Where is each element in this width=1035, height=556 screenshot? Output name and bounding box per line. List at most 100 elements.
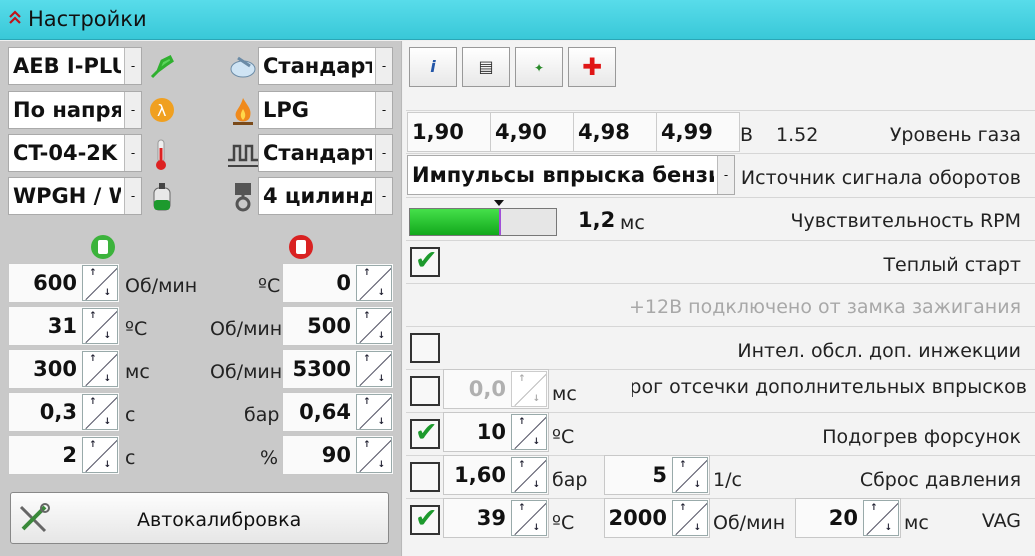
right-value-1[interactable]: 0 ↑ ↓ xyxy=(282,263,394,303)
signal-pulse-icon xyxy=(228,144,258,167)
piston-icon xyxy=(235,183,251,212)
dropdown-arrow-icon[interactable]: - xyxy=(375,92,392,128)
gas-threshold: 1.52 xyxy=(776,124,819,146)
tuning-mode-select[interactable]: По напряжению- xyxy=(8,91,142,129)
spin-buttons[interactable]: ↑ ↓ xyxy=(511,457,547,493)
collapse-chevron-icon[interactable] xyxy=(8,8,22,28)
spin-buttons[interactable]: ↑ ↓ xyxy=(511,500,547,536)
rpm-sensitivity-label: Чувствительность RPM xyxy=(790,210,1021,232)
toolbar-button-add[interactable]: ✚ xyxy=(568,47,616,87)
spin-buttons[interactable]: ↑ ↓ xyxy=(356,265,392,301)
heating-value[interactable]: 10 ↑ ↓ xyxy=(443,412,549,452)
check-icon: ✔ xyxy=(415,417,438,448)
spin-buttons[interactable]: ↑ ↓ xyxy=(82,308,118,344)
spin-buttons[interactable]: ↑ ↓ xyxy=(82,394,118,430)
spin-buttons[interactable]: ↑ ↓ xyxy=(356,308,392,344)
cutoff-label: Порог отсечки дополнительных впрысков xyxy=(632,376,1027,398)
spin-buttons[interactable]: ↑ ↓ xyxy=(863,500,899,536)
toolbar-button-pin[interactable]: ✦ xyxy=(515,47,563,87)
spin-buttons[interactable]: ↑ ↓ xyxy=(511,371,547,407)
dropdown-arrow-icon[interactable]: - xyxy=(717,156,734,194)
cutoff-value[interactable]: 0,0 ↑ ↓ xyxy=(443,369,549,409)
spin-buttons[interactable]: ↑ ↓ xyxy=(672,500,708,536)
pressure-reset-checkbox[interactable] xyxy=(410,462,440,492)
window-title: Настройки xyxy=(28,7,147,31)
plus-icon: ✚ xyxy=(581,53,603,81)
rpm-source-label: Источник сигнала оборотов xyxy=(740,167,1021,189)
dropdown-arrow-icon[interactable]: - xyxy=(375,135,392,171)
right-value-3[interactable]: 5300 ↑ ↓ xyxy=(282,349,394,389)
petrol-mode-icon xyxy=(289,235,313,259)
dropdown-arrow-icon[interactable]: - xyxy=(124,135,141,171)
dropdown-arrow-icon[interactable]: - xyxy=(124,178,141,214)
unit-label: Об/мин xyxy=(210,318,283,340)
left-value-5[interactable]: 2 ↑ ↓ xyxy=(8,435,120,475)
spin-buttons[interactable]: ↑ ↓ xyxy=(356,351,392,387)
pressure-value[interactable]: 1,60 ↑ ↓ xyxy=(443,455,549,495)
fuel-select[interactable]: LPG - xyxy=(258,91,393,129)
heating-unit: ºC xyxy=(552,426,575,448)
spin-buttons[interactable]: ↑ ↓ xyxy=(356,394,392,430)
dropdown-arrow-icon[interactable]: - xyxy=(124,92,141,128)
vag-ms-value[interactable]: 20 ↑ ↓ xyxy=(795,498,901,538)
vag-checkbox[interactable]: ✔ xyxy=(410,503,440,535)
left-value-4[interactable]: 0,3 ↑ ↓ xyxy=(8,392,120,432)
spin-buttons[interactable]: ↑ ↓ xyxy=(82,265,118,301)
right-value-2[interactable]: 500 ↑ ↓ xyxy=(282,306,394,346)
rpm-source-select[interactable]: Импульсы впрыска бензина- xyxy=(407,155,735,195)
intel-injection-checkbox[interactable] xyxy=(410,333,440,363)
spin-buttons[interactable]: ↑ ↓ xyxy=(511,414,547,450)
slider-fill xyxy=(410,209,501,235)
pressure-rate-value[interactable]: 5 ↑ ↓ xyxy=(604,455,710,495)
right-value-4[interactable]: 0,64 ↑ ↓ xyxy=(282,392,394,432)
cutoff-label-clip: Порог отсечки дополнительных впрысков xyxy=(632,376,1027,406)
controller-select[interactable]: AEB I-PLUS- xyxy=(8,47,142,85)
reducer-sensor-select[interactable]: WPGH / W- xyxy=(8,177,142,215)
left-value-2[interactable]: 31 ↑ ↓ xyxy=(8,306,120,346)
heating-checkbox[interactable]: ✔ xyxy=(410,417,440,449)
cutoff-checkbox[interactable] xyxy=(410,376,440,406)
sensor-select[interactable]: CT-04-2K - xyxy=(8,134,142,172)
rpm-sensitivity-value: 1,2 xyxy=(578,208,616,232)
list-icon: ▤ xyxy=(478,57,494,76)
toolbar-button-list[interactable]: ▤ xyxy=(462,47,510,87)
warm-start-checkbox[interactable]: ✔ xyxy=(410,245,440,277)
dropdown-arrow-icon[interactable]: - xyxy=(375,178,392,214)
vag-rpm-value[interactable]: 2000 ↑ ↓ xyxy=(604,498,710,538)
rpm-sensitivity-slider[interactable] xyxy=(409,200,557,236)
unit-label: бар xyxy=(244,404,280,426)
ignition-select[interactable]: Стандарт - xyxy=(258,134,393,172)
check-icon: ✔ xyxy=(415,503,438,534)
unit-label: % xyxy=(260,447,279,469)
vag-rpm-unit: Об/мин xyxy=(713,512,786,534)
dropdown-arrow-icon[interactable]: - xyxy=(375,48,392,84)
unit-label: Об/мин xyxy=(210,361,283,383)
gas-level-3: 4,98 xyxy=(573,112,657,152)
vag-ms-unit: мс xyxy=(904,512,929,534)
cylinders-select[interactable]: 4 цилиндра- xyxy=(258,177,393,215)
unit-label: с xyxy=(125,404,136,426)
gas-tank-icon xyxy=(153,183,171,211)
toolbar-button-info[interactable]: ⅰ xyxy=(409,47,457,87)
spin-buttons[interactable]: ↑ ↓ xyxy=(356,437,392,473)
pressure-unit: бар xyxy=(552,469,588,491)
gas-level-label: Уровень газа xyxy=(889,124,1021,146)
unit-label: с xyxy=(125,447,136,469)
dropdown-arrow-icon[interactable]: - xyxy=(124,48,141,84)
injector-icon xyxy=(230,56,256,78)
spin-buttons[interactable]: ↑ ↓ xyxy=(82,437,118,473)
slider-marker xyxy=(499,209,501,235)
left-value-3[interactable]: 300 ↑ ↓ xyxy=(8,349,120,389)
vag-temp-value[interactable]: 39 ↑ ↓ xyxy=(443,498,549,538)
autocalibration-button[interactable]: Автокалибровка xyxy=(10,492,389,544)
spin-buttons[interactable]: ↑ ↓ xyxy=(82,351,118,387)
tools-icon xyxy=(19,503,50,533)
injector-type-select[interactable]: Стандарт - xyxy=(258,47,393,85)
spin-buttons[interactable]: ↑ ↓ xyxy=(672,457,708,493)
vag-temp-unit: ºC xyxy=(552,512,575,534)
left-value-1[interactable]: 600 ↑ ↓ xyxy=(8,263,120,303)
right-value-5[interactable]: 90 ↑ ↓ xyxy=(282,435,394,475)
vag-label: VAG xyxy=(981,510,1021,532)
thermometer-icon xyxy=(156,139,166,170)
plug-icon xyxy=(150,54,174,79)
